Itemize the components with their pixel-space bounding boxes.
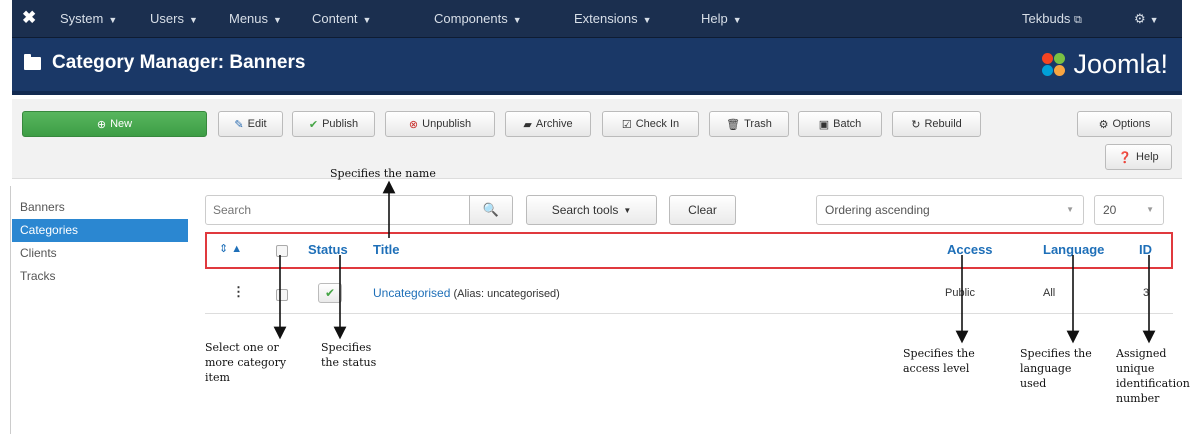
annotation-line: number [1116,392,1160,405]
annotation-language: Specifies the language used [1020,346,1092,391]
annotation-line: unique [1116,362,1155,375]
annotation-line: more category [205,356,287,369]
annotation-name: Specifies the name [330,167,436,180]
annotation-line: identification [1116,377,1190,390]
annotation-line: access level [903,362,970,375]
annotation-line: the status [321,356,377,369]
annotation-access: Specifies the access level [903,346,975,376]
annotation-status: Specifies the status [321,340,376,370]
annotation-line: used [1020,377,1047,390]
annotation-line: Specifies [321,341,372,354]
annotation-line: item [205,371,230,384]
annotation-line: language [1020,362,1072,375]
annotation-line: Select one or [205,341,279,354]
annotation-select: Select one or more category item [205,340,286,385]
annotation-line: Specifies the [903,347,975,360]
annotation-line: Assigned [1116,347,1167,360]
annotation-line: Specifies the [1020,347,1092,360]
annotation-id: Assigned unique identification number [1116,346,1201,406]
